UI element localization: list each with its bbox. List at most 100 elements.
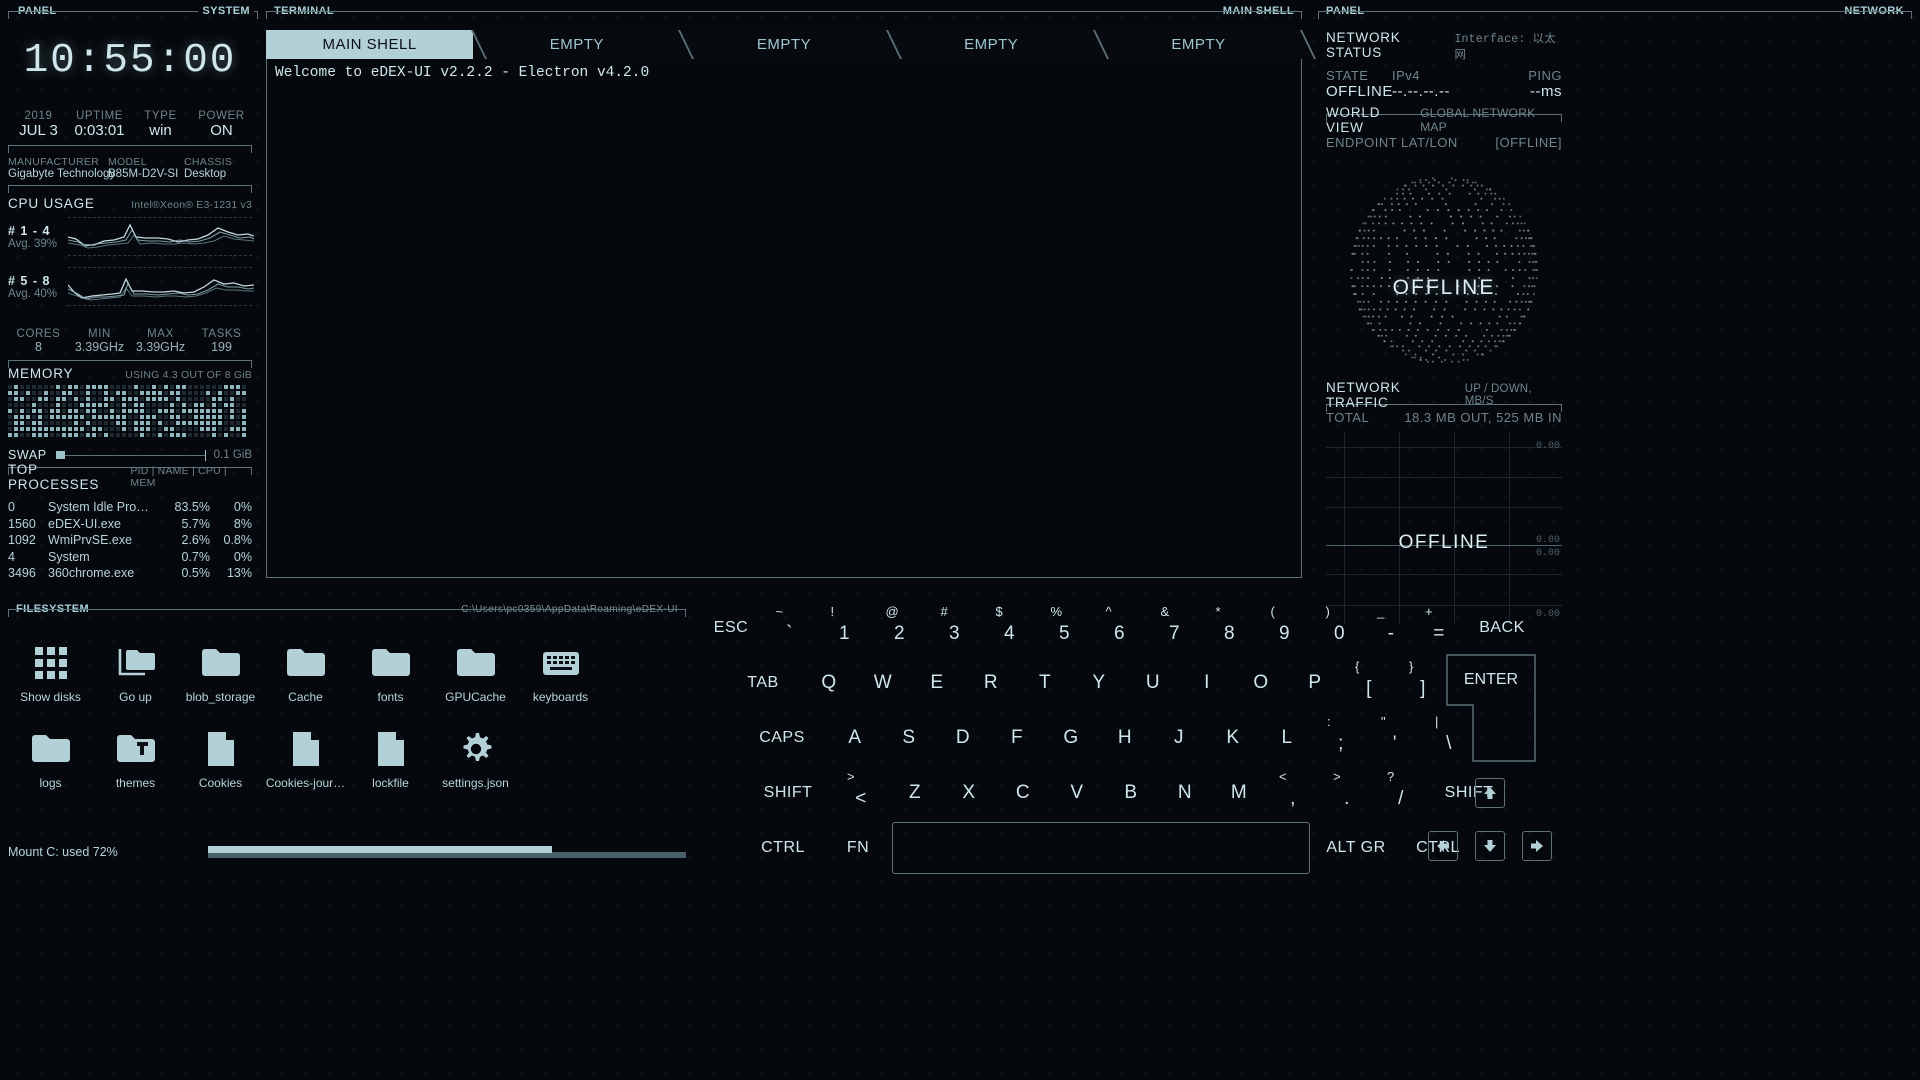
filesystem-item[interactable]: Cookies [178,720,263,806]
terminal-tabs[interactable]: MAIN SHELL EMPTY EMPTY EMPTY EMPTY [266,30,1317,59]
key-k[interactable]: K [1206,712,1260,764]
filesystem-item[interactable]: Show disks [8,634,93,720]
sysinfo-values: JUL 3 0:03:01 win ON [8,122,252,139]
key-j[interactable]: J [1152,712,1206,764]
key-shift-label: @ [885,603,900,619]
hw-val-manufacturer: Gigabyte Technology [8,168,116,180]
key-fn[interactable]: FN [824,822,892,874]
key-m[interactable]: M [1212,767,1266,819]
key-space[interactable] [892,821,1310,874]
key-v[interactable]: V [1050,767,1104,819]
key-i[interactable]: I [1180,657,1234,709]
swap-row: SWAP 0.1 GiB [8,447,252,463]
right-arrow-key[interactable] [1522,831,1552,861]
process-mem: 8% [233,516,252,531]
key-s[interactable]: S [882,712,936,764]
key-shift[interactable]: SHIFT [742,767,834,819]
filesystem-item[interactable]: fonts [348,634,433,720]
key--[interactable]: :; [1314,712,1368,764]
terminal-tab[interactable]: EMPTY [473,30,695,59]
filesystem-item[interactable]: blob_storage [178,634,263,720]
enter-key[interactable]: ENTER [1445,653,1537,763]
key-tab[interactable]: TAB [724,657,802,709]
key-4[interactable]: $4 [982,602,1037,654]
keyboard-rows[interactable]: ESC ~ `! 1 @2 #3 $4% 5 ^ 6 & 7 * 8(9) 0 _ - + = BACK TAB Q W E R… [700,600,1920,875]
key-y[interactable]: Y [1072,657,1126,709]
cores-keys: CORES MIN MAX TASKS [8,328,252,340]
key-f[interactable]: F [990,712,1044,764]
keyboard-row: ESC ~ `! 1 @2 #3 $4% 5 ^ 6 & 7 * 8(9) 0 _ - + = BACK [700,600,1920,655]
key--[interactable]: _ - [1367,602,1415,654]
terminal-tab[interactable]: EMPTY [887,30,1109,59]
network-values: OFFLINE --.--.--.-- --ms [1326,83,1562,100]
right-arrow-icon [1531,840,1543,852]
on-screen-keyboard[interactable]: ESC ~ `! 1 @2 #3 $4% 5 ^ 6 & 7 * 8(9) 0 _ - + = BACK TAB Q W E R… [700,600,1920,1080]
key-a[interactable]: A [828,712,882,764]
key-2[interactable]: @2 [872,602,927,654]
key-5[interactable]: % 5 [1037,602,1092,654]
filesystem-item[interactable]: Go up [93,634,178,720]
net-key-ping: PING [1528,68,1562,83]
key-shift-label: + [1425,603,1434,619]
key-9[interactable]: (9 [1257,602,1312,654]
key-d[interactable]: D [936,712,990,764]
filesystem-item[interactable]: logs [8,720,93,806]
key-c[interactable]: C [996,767,1050,819]
key--[interactable]: {[ [1342,657,1396,709]
key--[interactable]: <, [1266,767,1320,819]
key--[interactable]: + = [1415,602,1463,654]
key-p[interactable]: P [1288,657,1342,709]
key-6[interactable]: ^ 6 [1092,602,1147,654]
filesystem-item[interactable]: GPUCache [433,634,518,720]
filesystem-item[interactable]: themes [93,720,178,806]
key-x[interactable]: X [942,767,996,819]
key-t[interactable]: T [1018,657,1072,709]
key-esc[interactable]: ESC [700,602,762,654]
key-back[interactable]: BACK [1463,602,1541,654]
filesystem-item[interactable]: lockfile [348,720,433,806]
key-l[interactable]: L [1260,712,1314,764]
terminal-body[interactable]: Welcome to eDEX-UI v2.2.2 - Electron v4.… [266,59,1302,578]
left-arrow-key[interactable] [1428,831,1458,861]
key-label: 7 [1168,622,1181,644]
key-8[interactable]: * 8 [1202,602,1257,654]
key-h[interactable]: H [1098,712,1152,764]
key-u[interactable]: U [1126,657,1180,709]
key--[interactable]: > < [834,767,888,819]
key-ctrl[interactable]: CTRL [742,822,824,874]
gear-icon [458,728,494,770]
key--[interactable]: ? / [1374,767,1428,819]
filesystem-item[interactable]: keyboards [518,634,603,720]
network-traffic-block: NETWORK TRAFFIC UP / DOWN, MB/S TOTAL 18… [1326,380,1562,623]
key-0[interactable]: ) 0 [1312,602,1367,654]
key-alt-gr[interactable]: ALT GR [1310,822,1402,874]
key-1[interactable]: ! 1 [817,602,872,654]
key-o[interactable]: O [1234,657,1288,709]
filesystem-grid[interactable]: Show disks Go up blob_storage Cache fonts GPU… [8,634,686,806]
key-b[interactable]: B [1104,767,1158,819]
key-7[interactable]: & 7 [1147,602,1202,654]
key-z[interactable]: Z [888,767,942,819]
key-e[interactable]: E [910,657,964,709]
key-q[interactable]: Q [802,657,856,709]
key-g[interactable]: G [1044,712,1098,764]
key--[interactable]: }] [1396,657,1450,709]
filesystem-item[interactable]: settings.json [433,720,518,806]
key--[interactable]: ~ ` [762,602,817,654]
key-r[interactable]: R [964,657,1018,709]
key--[interactable]: >. [1320,767,1374,819]
up-arrow-key[interactable] [1475,778,1505,808]
down-arrow-key[interactable] [1475,831,1505,861]
key-label: 6 [1113,622,1126,644]
terminal-tab[interactable]: EMPTY [680,30,902,59]
key-w[interactable]: W [856,657,910,709]
filesystem-item[interactable]: Cache [263,634,348,720]
key-label: = [1433,622,1445,644]
key-3[interactable]: #3 [927,602,982,654]
terminal-tab[interactable]: EMPTY [1094,30,1317,59]
key-caps[interactable]: CAPS [736,712,828,764]
key-n[interactable]: N [1158,767,1212,819]
terminal-tab-active[interactable]: MAIN SHELL [266,30,488,59]
key--[interactable]: " ' [1368,712,1422,764]
filesystem-item[interactable]: Cookies-jour… [263,720,348,806]
